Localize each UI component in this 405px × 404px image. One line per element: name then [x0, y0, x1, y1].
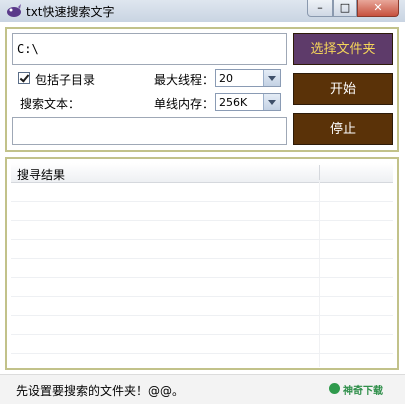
- row-gridline: [11, 277, 393, 278]
- max-threads-label: 最大线程：: [154, 73, 215, 87]
- row-gridline: [11, 334, 393, 335]
- window-title: txt快速搜索文字: [26, 5, 115, 19]
- thread-memory-select[interactable]: 256K: [215, 93, 281, 111]
- stop-button[interactable]: 停止: [293, 113, 393, 145]
- row-gridline: [11, 239, 393, 240]
- start-button[interactable]: 开始: [293, 73, 393, 105]
- include-subdirs-checkbox[interactable]: [18, 72, 30, 84]
- max-threads-value: 20: [219, 72, 233, 85]
- chevron-down-icon[interactable]: [263, 94, 280, 110]
- thread-memory-value: 256K: [219, 96, 248, 109]
- title-bar: txt快速搜索文字 – □ ✕: [0, 0, 405, 22]
- watermark-logo-icon: [329, 383, 340, 394]
- chevron-down-icon[interactable]: [263, 70, 280, 86]
- minimize-icon: –: [317, 1, 323, 14]
- thread-memory-label: 单线内存：: [154, 97, 215, 111]
- status-message: 先设置要搜索的文件夹！@@。: [16, 384, 185, 398]
- search-text-input[interactable]: [12, 117, 287, 145]
- results-list[interactable]: 搜寻结果: [5, 157, 399, 370]
- options-panel: C:\ 选择文件夹 开始 停止 包括子目录 最大线程： 20 搜索文本： 单线内…: [5, 27, 399, 152]
- maximize-button[interactable]: □: [333, 0, 357, 17]
- maximize-icon: □: [339, 1, 351, 14]
- row-gridline: [11, 201, 393, 202]
- watermark-text: 神奇下载: [343, 386, 383, 397]
- app-icon: [7, 4, 21, 17]
- results-header: 搜寻结果: [11, 163, 393, 183]
- column-gridline: [319, 182, 320, 367]
- close-button[interactable]: ✕: [357, 0, 399, 17]
- row-gridline: [11, 315, 393, 316]
- minimize-button[interactable]: –: [307, 0, 333, 17]
- choose-folder-button[interactable]: 选择文件夹: [293, 33, 393, 65]
- row-gridline: [11, 258, 393, 259]
- close-icon: ✕: [373, 1, 383, 14]
- row-gridline: [11, 353, 393, 354]
- max-threads-select[interactable]: 20: [215, 69, 281, 87]
- row-gridline: [11, 220, 393, 221]
- status-bar: 先设置要搜索的文件夹！@@。 神奇下载: [0, 374, 405, 404]
- include-subdirs-label[interactable]: 包括子目录: [35, 71, 95, 88]
- results-column-header[interactable]: 搜寻结果: [17, 166, 65, 183]
- folder-path-input[interactable]: C:\: [12, 33, 287, 65]
- search-text-label: 搜索文本：: [20, 97, 81, 111]
- column-divider[interactable]: [319, 165, 320, 180]
- row-gridline: [11, 296, 393, 297]
